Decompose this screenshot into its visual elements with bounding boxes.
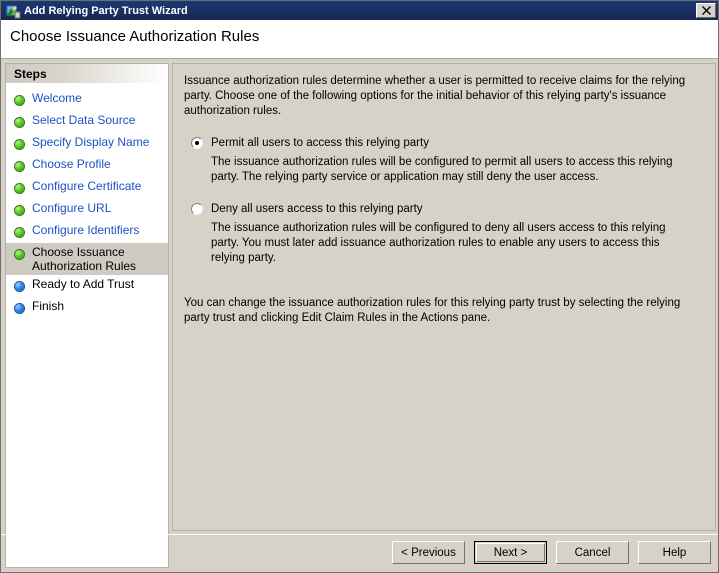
sidebar-item-configure-url[interactable]: Configure URL	[6, 199, 168, 221]
green-bullet-icon	[15, 250, 24, 259]
header-band: Choose Issuance Authorization Rules	[1, 20, 719, 59]
close-button[interactable]	[696, 3, 716, 18]
page-title: Choose Issuance Authorization Rules	[10, 28, 259, 45]
blue-bullet-icon	[15, 304, 24, 313]
green-bullet-icon	[15, 162, 24, 171]
sidebar-item-label: Select Data Source	[32, 113, 135, 127]
sidebar-item-finish[interactable]: Finish	[6, 297, 168, 319]
help-button[interactable]: Help	[638, 541, 711, 564]
window-title: Add Relying Party Trust Wizard	[24, 5, 696, 17]
sidebar-item-label: Configure URL	[32, 201, 111, 215]
sidebar-item-choose-issuance-authorization-rules[interactable]: Choose Issuance Authorization Rules	[6, 243, 168, 275]
radio-deny-description: The issuance authorization rules will be…	[211, 221, 696, 266]
sidebar-item-specify-display-name[interactable]: Specify Display Name	[6, 133, 168, 155]
wizard-window: Add Relying Party Trust Wizard Choose Is…	[0, 0, 719, 573]
close-icon	[702, 6, 711, 15]
green-bullet-icon	[15, 96, 24, 105]
blue-bullet-icon	[15, 282, 24, 291]
radio-option-deny[interactable]: Deny all users access to this relying pa…	[184, 202, 703, 216]
intro-paragraph: Issuance authorization rules determine w…	[184, 74, 694, 119]
content-panel: Issuance authorization rules determine w…	[172, 63, 716, 531]
green-bullet-icon	[15, 228, 24, 237]
sidebar-item-select-data-source[interactable]: Select Data Source	[6, 111, 168, 133]
steps-heading: Steps	[6, 64, 168, 84]
radio-deny-label: Deny all users access to this relying pa…	[211, 202, 423, 216]
next-button-label: Next >	[494, 547, 528, 559]
sidebar-item-choose-profile[interactable]: Choose Profile	[6, 155, 168, 177]
cancel-button[interactable]: Cancel	[556, 541, 629, 564]
sidebar-item-label: Specify Display Name	[32, 135, 149, 149]
sidebar-item-label: Configure Identifiers	[32, 223, 139, 237]
green-bullet-icon	[15, 118, 24, 127]
titlebar: Add Relying Party Trust Wizard	[1, 1, 719, 20]
previous-button[interactable]: < Previous	[392, 541, 465, 564]
sidebar-item-welcome[interactable]: Welcome	[6, 89, 168, 111]
sidebar-item-ready-to-add-trust[interactable]: Ready to Add Trust	[6, 275, 168, 297]
cancel-button-label: Cancel	[575, 547, 611, 559]
help-button-label: Help	[663, 547, 687, 559]
sidebar-item-configure-identifiers[interactable]: Configure Identifiers	[6, 221, 168, 243]
radio-deny-icon[interactable]	[191, 203, 203, 215]
green-bullet-icon	[15, 184, 24, 193]
radio-permit-description: The issuance authorization rules will be…	[211, 155, 696, 185]
sidebar-item-configure-certificate[interactable]: Configure Certificate	[6, 177, 168, 199]
previous-button-label: < Previous	[401, 547, 456, 559]
steps-heading-label: Steps	[14, 67, 47, 81]
green-bullet-icon	[15, 206, 24, 215]
radio-option-permit[interactable]: Permit all users to access this relying …	[184, 136, 703, 150]
sidebar-item-label: Choose Issuance Authorization Rules	[32, 245, 152, 273]
sidebar-item-label: Choose Profile	[32, 157, 111, 171]
sidebar-item-label: Configure Certificate	[32, 179, 141, 193]
next-button[interactable]: Next >	[474, 541, 547, 564]
wizard-certificate-icon	[5, 3, 21, 19]
green-bullet-icon	[15, 140, 24, 149]
closing-note: You can change the issuance authorizatio…	[184, 296, 684, 326]
steps-list: Welcome Select Data Source Specify Displ…	[6, 84, 168, 319]
sidebar-item-label: Finish	[32, 299, 64, 313]
radio-permit-label: Permit all users to access this relying …	[211, 136, 429, 150]
sidebar-item-label: Ready to Add Trust	[32, 277, 134, 291]
sidebar-item-label: Welcome	[32, 91, 82, 105]
radio-permit-icon[interactable]	[191, 137, 203, 149]
button-bar: < Previous Next > Cancel Help	[1, 534, 719, 573]
steps-sidebar: Steps Welcome Select Data Source Specify…	[5, 63, 169, 568]
